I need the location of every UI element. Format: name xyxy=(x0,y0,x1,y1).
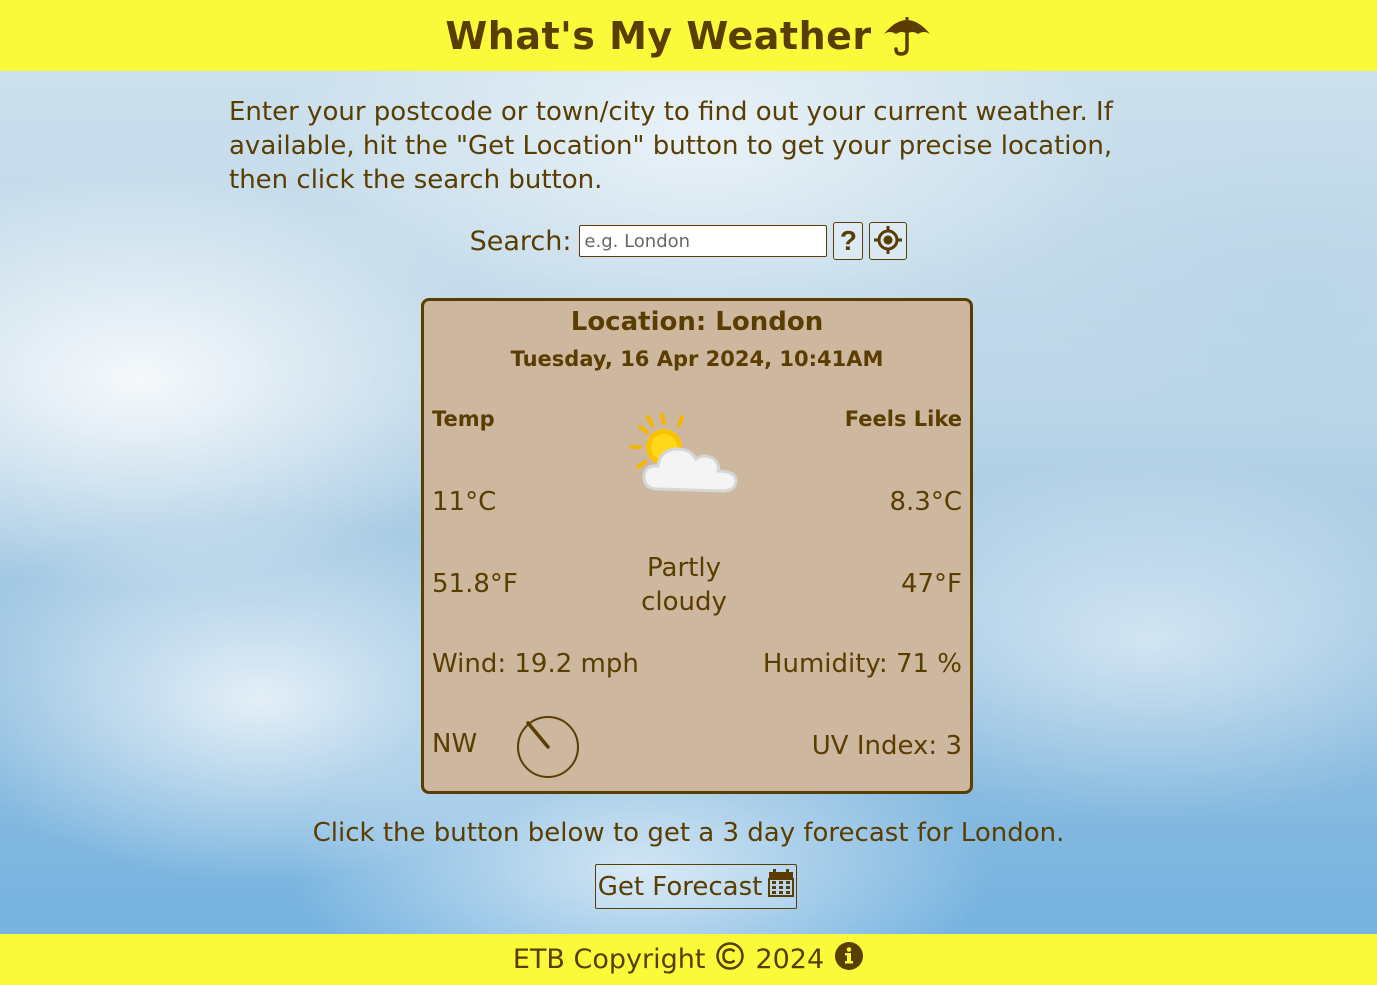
umbrella-icon xyxy=(882,12,932,60)
info-icon[interactable] xyxy=(834,941,864,978)
copyright-text: ETB Copyright xyxy=(512,944,706,975)
site-header: What's My Weather xyxy=(0,0,1377,71)
search-bar: Search: ? xyxy=(0,220,1377,262)
crosshair-location-icon xyxy=(873,225,903,258)
wind-speed: Wind: 19.2 mph xyxy=(432,649,639,679)
feels-like-fahrenheit: 47°F xyxy=(900,569,962,599)
search-label: Search: xyxy=(469,225,572,257)
temp-celsius: 11°C xyxy=(432,487,497,517)
site-footer: ETB Copyright 2024 xyxy=(0,934,1377,985)
get-forecast-label: Get Forecast xyxy=(597,871,763,902)
intro-text: Enter your postcode or town/city to find… xyxy=(229,97,1113,195)
location-title: Location: London xyxy=(570,307,824,337)
feels-like-label: Feels Like xyxy=(844,407,962,431)
condition-text: Partly cloudy xyxy=(641,553,727,617)
current-datetime: Tuesday, 16 Apr 2024, 10:41AM xyxy=(510,347,884,371)
temp-label: Temp xyxy=(432,407,495,431)
partly-cloudy-icon xyxy=(624,409,744,499)
forecast-prompt: Click the button below to get a 3 day fo… xyxy=(312,818,1065,848)
get-location-button[interactable] xyxy=(869,222,908,260)
get-forecast-button[interactable]: Get Forecast xyxy=(595,864,797,909)
help-button[interactable]: ? xyxy=(833,222,864,260)
weather-card: Location: London Tuesday, 16 Apr 2024, 1… xyxy=(421,298,973,794)
uv-index: UV Index: 3 xyxy=(811,731,962,761)
calendar-icon xyxy=(768,869,795,904)
humidity: Humidity: 71 % xyxy=(762,649,962,679)
wind-direction: NW xyxy=(432,729,478,759)
feels-like-celsius: 8.3°C xyxy=(889,487,962,517)
wind-compass-icon xyxy=(516,715,580,783)
site-title: What's My Weather xyxy=(445,13,872,58)
copyright-icon xyxy=(715,941,745,978)
search-input[interactable] xyxy=(579,225,828,257)
copyright-year: 2024 xyxy=(755,944,825,975)
temp-fahrenheit: 51.8°F xyxy=(432,569,518,599)
